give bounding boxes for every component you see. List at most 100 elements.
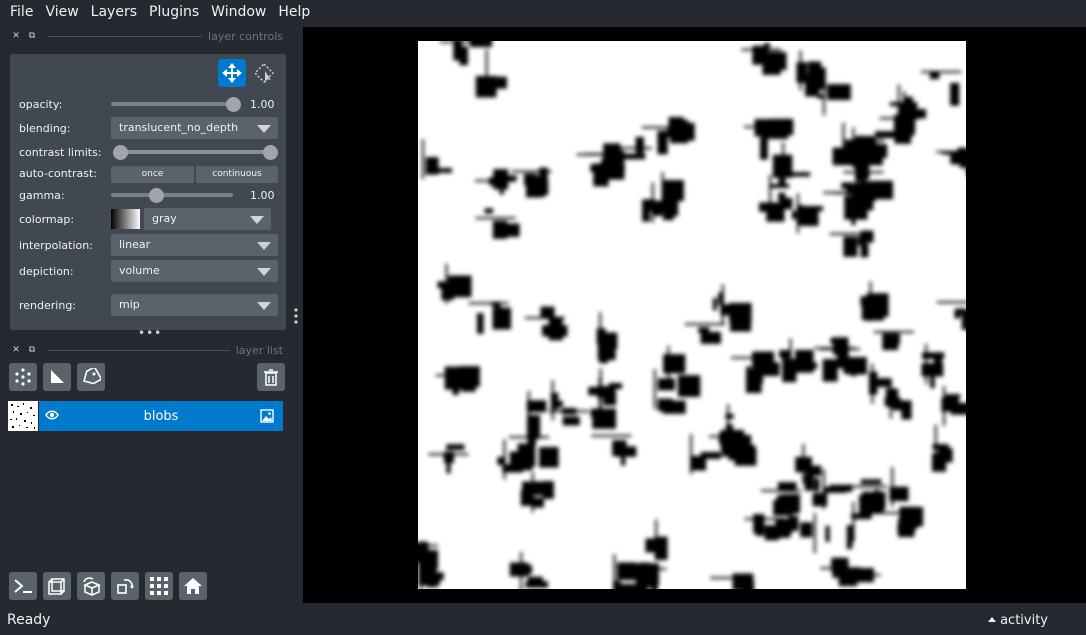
interpolation-label: interpolation: (19, 239, 93, 252)
new-points-layer-button[interactable] (9, 363, 37, 391)
auto-contrast-once-button[interactable]: once (111, 166, 194, 183)
blob-fragment (726, 424, 733, 448)
layer-name[interactable]: blobs (39, 409, 283, 424)
blob-fragment (822, 359, 838, 382)
blob-spike (797, 193, 799, 234)
blob-fragment (835, 85, 848, 94)
blob-fragment (954, 308, 961, 319)
blob-spike (485, 49, 488, 90)
menu-help[interactable]: Help (272, 0, 316, 24)
blob-fragment (894, 127, 911, 144)
blending-value: translucent_no_depth (119, 121, 239, 134)
menu-layers[interactable]: Layers (85, 0, 143, 24)
blob-fragment (885, 388, 899, 399)
transform-button[interactable] (250, 59, 278, 87)
activity-toggle[interactable]: activity (988, 613, 1048, 628)
panel-resize-handle[interactable] (294, 307, 298, 325)
blob-fragment (932, 453, 947, 472)
blob-fragment (899, 102, 918, 117)
left-dock: ✕ ⧉ layer controls opacity: 1.00 blendin… (0, 24, 303, 602)
menu-file[interactable]: File (4, 0, 39, 24)
blob-spike (731, 356, 771, 359)
blob-fragment (423, 564, 436, 569)
blob-spike (820, 567, 861, 570)
trash-icon (264, 369, 278, 386)
new-labels-layer-button[interactable] (77, 363, 105, 391)
gamma-slider-handle[interactable] (148, 188, 164, 203)
blob-fragment (596, 328, 606, 344)
delete-layer-button[interactable] (257, 363, 285, 391)
blob-fragment (618, 583, 637, 589)
auto-contrast-continuous-button[interactable]: continuous (196, 166, 278, 183)
blob-fragment (615, 446, 637, 457)
gamma-slider[interactable] (111, 193, 233, 197)
blob-fragment (791, 172, 811, 177)
opacity-slider-handle[interactable] (225, 97, 241, 112)
dock-close-icon[interactable]: ✕ (10, 344, 22, 356)
blob-fragment (796, 62, 808, 83)
blob-spike (760, 489, 801, 492)
blob-fragment (662, 400, 686, 414)
blob-spike (439, 41, 480, 43)
console-button[interactable] (9, 572, 37, 600)
blending-dropdown[interactable]: translucent_no_depth (111, 117, 278, 139)
blob-spike (503, 439, 506, 480)
blob-fragment (754, 52, 771, 62)
transpose-button[interactable] (111, 572, 139, 600)
new-shapes-layer-button[interactable] (43, 363, 71, 391)
grid-view-button[interactable] (145, 572, 173, 600)
opacity-value: 1.00 (250, 98, 275, 111)
menu-window[interactable]: Window (205, 0, 272, 24)
contrast-high-handle[interactable] (262, 145, 278, 160)
blob-fragment (871, 145, 883, 166)
blob-spike (641, 126, 682, 129)
blobs-image (418, 41, 966, 589)
blob-fragment (746, 369, 762, 393)
rendering-value: mip (119, 298, 140, 311)
blob-spike (651, 182, 654, 223)
blob-spike (511, 170, 552, 173)
dock-splitter-handle[interactable]: ••• (138, 326, 162, 340)
blob-fragment (446, 444, 465, 450)
blob-spike (653, 369, 656, 409)
roll-dims-button[interactable] (77, 572, 105, 600)
layer-row-blobs[interactable]: blobs (8, 401, 283, 431)
viewer-canvas[interactable] (303, 27, 1086, 603)
contrast-limits-slider[interactable] (120, 150, 270, 154)
chevron-down-icon (257, 302, 271, 310)
colormap-dropdown[interactable]: gray (144, 208, 271, 230)
shapes-icon (51, 370, 64, 383)
blob-fragment (836, 561, 843, 573)
blob-fragment (527, 576, 543, 582)
blob-fragment (812, 493, 828, 507)
dock-float-icon[interactable]: ⧉ (26, 30, 38, 42)
opacity-slider[interactable] (111, 102, 233, 106)
blob-spike (882, 512, 922, 514)
blob-fragment (804, 474, 814, 491)
pan-zoom-button[interactable] (218, 59, 246, 87)
blob-spike (690, 434, 693, 475)
menu-view[interactable]: View (39, 0, 84, 24)
ndisplay-button[interactable] (43, 572, 71, 600)
blob-fragment (851, 358, 857, 377)
contrast-low-handle[interactable] (112, 145, 128, 160)
blob-fragment (760, 138, 768, 160)
dock-close-icon[interactable]: ✕ (10, 30, 22, 42)
chevron-down-icon (257, 268, 271, 276)
blob-fragment (851, 201, 856, 226)
chevron-down-icon (250, 216, 264, 224)
depiction-dropdown[interactable]: volume (111, 260, 278, 282)
interpolation-value: linear (119, 238, 151, 251)
blob-spike (934, 424, 937, 465)
dock-float-icon[interactable]: ⧉ (26, 344, 38, 356)
layer-item-selected[interactable]: blobs (39, 401, 283, 431)
home-button[interactable] (179, 572, 207, 600)
layer-thumbnail (8, 401, 38, 431)
rendering-dropdown[interactable]: mip (111, 294, 278, 316)
blob-fragment (663, 354, 686, 374)
blob-fragment (874, 489, 880, 506)
colormap-value: gray (152, 212, 177, 225)
blob-fragment (764, 43, 771, 48)
menu-plugins[interactable]: Plugins (143, 0, 205, 24)
interpolation-dropdown[interactable]: linear (111, 234, 278, 256)
